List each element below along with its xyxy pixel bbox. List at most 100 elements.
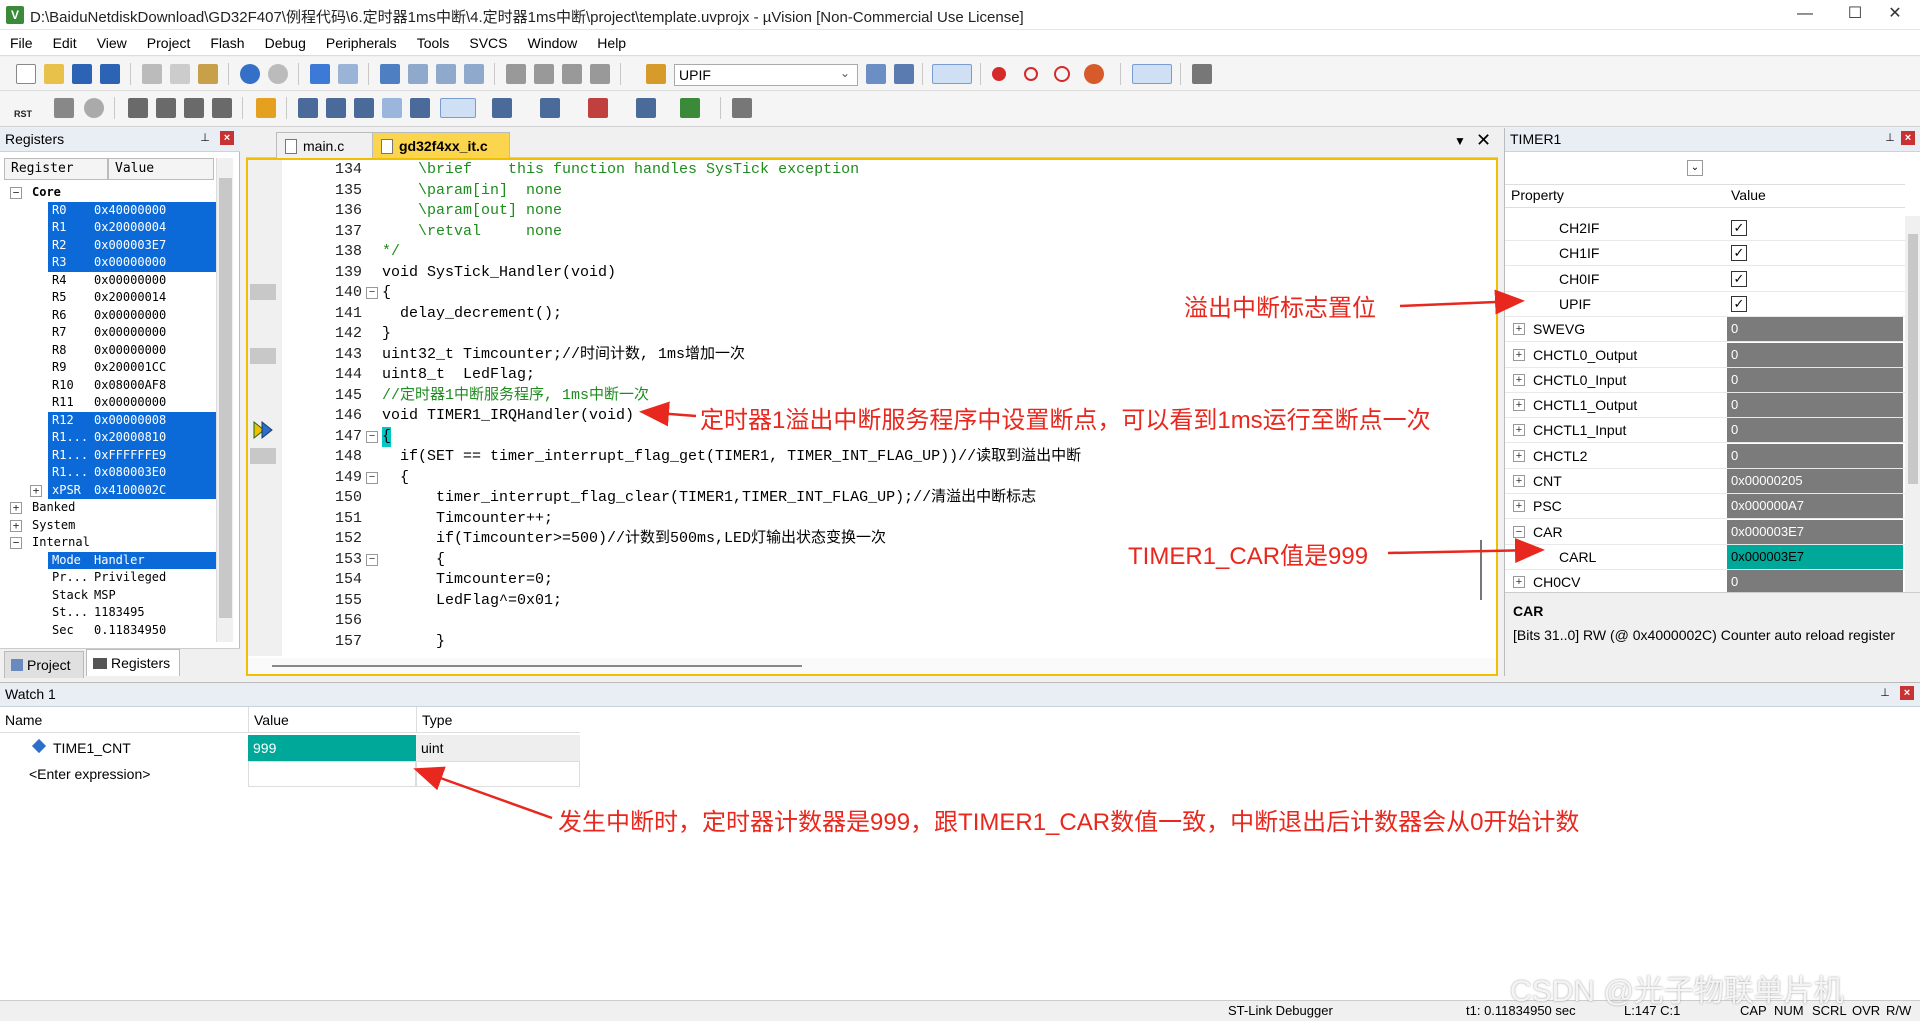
property-row[interactable]: + CHCTL0_Input 0 [1505, 367, 1905, 393]
property-value[interactable]: 0 [1727, 317, 1903, 342]
collapse-icon[interactable]: − [10, 187, 22, 199]
undo-icon[interactable] [240, 64, 260, 84]
tab-main-c[interactable]: main.c [276, 132, 382, 159]
pin-icon[interactable]: ⊥ [1883, 131, 1897, 145]
value-column-header[interactable]: Value [108, 158, 214, 180]
symbols-icon[interactable] [354, 98, 374, 118]
register-value[interactable]: 0x000003E7 [88, 236, 218, 254]
register-value[interactable]: Handler [88, 551, 218, 569]
property-value[interactable]: 0 [1727, 570, 1903, 595]
collapse-icon[interactable]: − [10, 537, 22, 549]
value-column-header[interactable]: Value [248, 707, 416, 733]
code-line[interactable]: 156 [282, 611, 1472, 631]
property-row[interactable]: UPIF ✓ [1505, 292, 1905, 317]
menu-file[interactable]: File [0, 30, 43, 56]
call-stack-icon[interactable] [410, 98, 430, 118]
code-line[interactable]: 151 Timcounter++; [282, 509, 1472, 529]
menu-tools[interactable]: Tools [407, 30, 460, 56]
register-row[interactable]: R6 0x00000000 [4, 307, 218, 325]
watch-value[interactable]: 999 [248, 735, 416, 761]
nav-forward-icon[interactable] [338, 64, 358, 84]
property-row[interactable]: + SWEVG 0 [1505, 317, 1905, 343]
code-line[interactable]: 148 if(SET == timer_interrupt_flag_get(T… [282, 447, 1472, 467]
menu-debug[interactable]: Debug [255, 30, 316, 56]
register-value[interactable]: 0x20000004 [88, 219, 218, 237]
editor-vscroll-thumb[interactable] [1480, 540, 1482, 600]
property-value[interactable]: 0 [1727, 418, 1903, 443]
register-value[interactable]: 0x00000000 [88, 394, 218, 412]
fold-icon[interactable]: − [366, 287, 378, 299]
indent-icon[interactable] [506, 64, 526, 84]
property-value[interactable]: 0 [1727, 393, 1903, 418]
property-row[interactable]: CH2IF ✓ [1505, 216, 1905, 241]
tab-project[interactable]: Project [4, 651, 84, 678]
expand-icon[interactable]: + [10, 502, 22, 514]
code-line[interactable]: 154 Timcounter=0; [282, 570, 1472, 590]
close-icon[interactable]: × [1900, 686, 1914, 700]
run-to-cursor-icon[interactable] [212, 98, 232, 118]
code-line[interactable]: 143 uint32_t Timcounter;//时间计数, 1ms增加一次 [282, 345, 1472, 365]
pin-icon[interactable]: ⊥ [1878, 686, 1892, 700]
register-value[interactable]: 1183495 [88, 604, 218, 622]
close-editor-icon[interactable]: ✕ [1476, 130, 1491, 151]
checkbox[interactable]: ✓ [1731, 245, 1747, 262]
watch-row[interactable]: TIME1_CNT 999 uint [0, 735, 580, 761]
unindent-icon[interactable] [534, 64, 554, 84]
prev-bookmark-icon[interactable] [408, 64, 428, 84]
register-value[interactable]: 0x08000AF8 [88, 377, 218, 395]
register-value[interactable]: 0x00000008 [88, 411, 218, 429]
menu-view[interactable]: View [87, 30, 137, 56]
menu-peripherals[interactable]: Peripherals [316, 30, 407, 56]
checkbox[interactable]: ✓ [1731, 270, 1747, 287]
clear-bookmarks-icon[interactable] [464, 64, 484, 84]
code-line[interactable]: 149− { [282, 468, 1472, 488]
property-row[interactable]: − CAR 0x000003E7 [1505, 519, 1905, 545]
checkbox[interactable]: ✓ [1731, 295, 1747, 312]
close-button[interactable]: ✕ [1870, 0, 1920, 30]
register-value[interactable]: 0x4100002C [88, 481, 218, 499]
checkbox[interactable]: ✓ [1731, 220, 1747, 236]
property-row[interactable]: CARL 0x000003E7 [1505, 544, 1905, 570]
editor-hscrollbar[interactable] [248, 658, 1496, 674]
menu-edit[interactable]: Edit [43, 30, 87, 56]
tab-list-icon[interactable]: ▼ [1454, 134, 1466, 148]
disassembly-icon[interactable] [326, 98, 346, 118]
property-value[interactable]: 0x000003E7 [1727, 519, 1903, 544]
register-value[interactable]: 0.11834950 [88, 622, 218, 640]
pin-icon[interactable]: ⊥ [198, 131, 212, 145]
save-icon[interactable] [72, 64, 92, 84]
register-value[interactable]: 0x00000000 [88, 307, 218, 325]
menu-project[interactable]: Project [137, 30, 201, 56]
register-row[interactable]: R7 0x00000000 [4, 324, 218, 342]
step-out-icon[interactable] [184, 98, 204, 118]
register-row[interactable]: R1... 0x080003E0 [4, 464, 218, 482]
register-row[interactable]: + Banked [4, 499, 218, 517]
property-value[interactable]: 0 [1727, 443, 1903, 468]
tab-gd32f4xx-it-c[interactable]: gd32f4xx_it.c [372, 132, 510, 159]
trace-window-icon[interactable] [636, 98, 656, 118]
code-line[interactable]: 144 uint8_t LedFlag; [282, 365, 1472, 385]
kill-breakpoints-icon[interactable] [1084, 64, 1104, 84]
registers-window-icon[interactable] [382, 98, 402, 118]
register-row[interactable]: R1... 0x20000810 [4, 429, 218, 447]
bookmark-icon[interactable] [380, 64, 400, 84]
register-value[interactable]: 0x40000000 [88, 201, 218, 219]
property-row[interactable]: + CHCTL1_Output 0 [1505, 393, 1905, 419]
watch-row[interactable]: <Enter expression> [0, 761, 580, 787]
register-row[interactable]: Mode Handler [4, 551, 218, 569]
property-row[interactable]: + CHCTL0_Output 0 [1505, 342, 1905, 368]
close-icon[interactable]: × [1901, 131, 1915, 145]
copy-icon[interactable] [170, 64, 190, 84]
fold-icon[interactable]: − [366, 430, 378, 443]
register-row[interactable]: Pr... Privileged [4, 569, 218, 587]
window-layout-icon[interactable] [1132, 64, 1172, 84]
type-column-header[interactable]: Type [416, 707, 580, 733]
comment-icon[interactable] [562, 64, 582, 84]
register-row[interactable]: R8 0x00000000 [4, 342, 218, 360]
paste-icon[interactable] [198, 64, 218, 84]
property-value[interactable]: 0 [1727, 342, 1903, 367]
menu-svcs[interactable]: SVCS [459, 30, 517, 56]
expand-icon[interactable]: + [10, 519, 22, 532]
reset-icon[interactable]: RST [14, 97, 38, 121]
register-row[interactable]: R3 0x00000000 [4, 254, 218, 272]
